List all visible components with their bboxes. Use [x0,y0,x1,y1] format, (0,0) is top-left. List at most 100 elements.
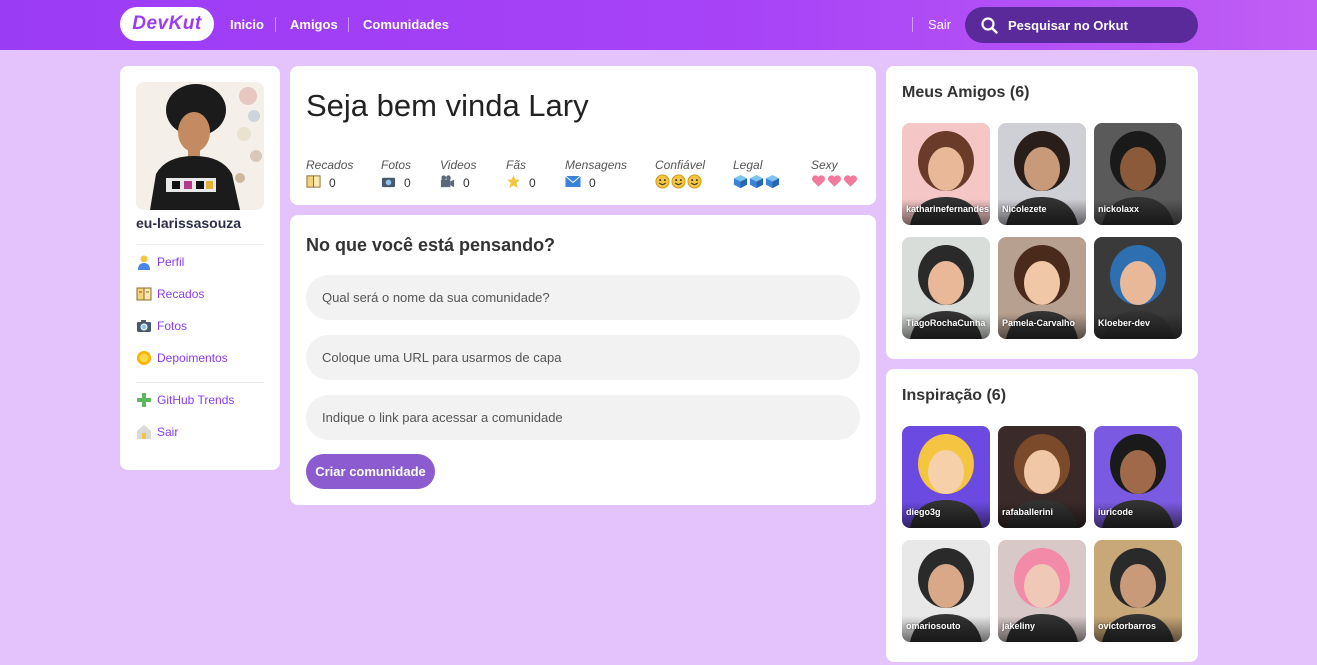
stat-recados: Recados 0 [306,158,353,190]
username[interactable]: eu-larissasouza [136,215,241,231]
sidebar-item-label: Depoimentos [157,351,228,365]
exit-icon [136,424,152,440]
friend-name: TiagoRochaCunha [906,318,986,328]
friend-tile[interactable]: katharinefernandes [902,123,990,225]
smiley-icon [687,173,702,192]
form-title: No que você está pensando? [306,235,556,255]
devkut-logo[interactable]: DevKut [120,7,214,41]
stat-fas: Fãs 0 [506,158,536,190]
create-community-button[interactable]: Criar comunidade [306,454,435,489]
heart-icon [843,174,858,191]
nav-link-amigos[interactable]: Amigos [290,17,338,32]
stat-label: Fãs [506,158,527,172]
stat-label: Legal [733,158,763,172]
nav-link-inicio[interactable]: Inicio [230,17,264,32]
plus-icon [136,392,152,408]
divider [136,382,264,383]
ice-cube-icon [765,174,780,192]
heart-icon [811,174,826,191]
sun-icon [136,350,152,366]
inspiration-name: rafaballerini [1002,507,1054,517]
inspiration-box: Inspiração (6) diego3g rafaballerini iuric… [886,369,1198,662]
friend-name: katharinefernandes [906,204,990,214]
inspiration-name: jakeliny [1002,621,1036,631]
nav-divider [348,17,349,32]
stat-videos: Videos 0 [440,158,476,190]
divider [136,244,264,245]
inspiration-tile[interactable]: jakeliny [998,540,1086,642]
community-name-input[interactable]: Qual será o nome da sua comunidade? [306,275,860,320]
camera-icon [136,318,152,334]
welcome-title: Seja bem vinda Lary [306,88,589,123]
sidebar-item-label: Recados [157,287,205,301]
sidebar-item-fotos[interactable]: Fotos [136,318,187,334]
profile-avatar[interactable] [136,82,264,210]
sidebar-item-github-trends[interactable]: GitHub Trends [136,392,234,408]
stat-label: Fotos [381,158,412,172]
friend-tile[interactable]: nickolaxx [1094,123,1182,225]
sidebar-item-label: Perfil [157,255,185,269]
search-placeholder: Pesquisar no Orkut [1008,17,1128,33]
welcome-box: Seja bem vinda Lary Recados 0 Fotos 0 Vi… [290,66,876,205]
smiley-icon [655,173,670,192]
friends-title[interactable]: Meus Amigos (6) [902,84,1029,102]
stat-mensagens: Mensagens 0 [565,158,627,190]
sidebar-item-label: Fotos [157,319,188,333]
stat-value: 0 [404,175,411,190]
ice-cube-icon [749,174,764,192]
inspiration-name: ovictorbarros [1098,621,1157,631]
sidebar-item-label: Sair [157,425,179,439]
friend-name: Pamela-Carvalho [1002,318,1076,328]
confiavel-rating [655,173,705,192]
friend-tile[interactable]: TiagoRochaCunha [902,237,990,339]
stat-value: 0 [589,175,596,190]
friend-name: nickolaxx [1098,204,1140,214]
community-link-input[interactable]: Indique o link para acessar a comunidade [306,395,860,440]
star-icon [506,174,521,192]
stat-value: 0 [529,175,536,190]
stat-sexy: Sexy [811,158,859,190]
friend-tile[interactable]: Pamela-Carvalho [998,237,1086,339]
sidebar-item-depoimentos[interactable]: Depoimentos [136,350,228,366]
inspiration-name: diego3g [906,507,941,517]
video-camera-icon [440,174,455,192]
inspiration-tile[interactable]: diego3g [902,426,990,528]
friend-tile[interactable]: Nicolezete [998,123,1086,225]
search-bar[interactable]: Pesquisar no Orkut [965,7,1198,43]
nav-link-comunidades[interactable]: Comunidades [363,17,449,32]
stat-value: 0 [463,175,470,190]
user-icon [136,254,152,270]
envelope-icon [565,174,581,192]
cover-url-input[interactable]: Coloque uma URL para usarmos de capa [306,335,860,380]
book-icon [306,174,321,192]
stat-legal: Legal [733,158,781,190]
nav-divider [912,17,913,32]
stat-fotos: Fotos 0 [381,158,411,190]
inspiration-tile[interactable]: omariosouto [902,540,990,642]
friend-name: Kloeber-dev [1098,318,1151,328]
stat-label: Confiável [655,158,706,172]
sidebar-item-recados[interactable]: Recados [136,286,204,302]
stat-label: Mensagens [565,158,628,172]
top-navbar: DevKut Inicio Amigos Comunidades Sair Pe… [0,0,1317,50]
sidebar-item-sair[interactable]: Sair [136,424,178,440]
profile-sidebar: eu-larissasouza Perfil Recados Fotos Dep… [120,66,280,470]
book-icon [136,286,152,302]
search-icon [981,16,998,34]
logout-link[interactable]: Sair [928,17,951,32]
friend-tile[interactable]: Kloeber-dev [1094,237,1182,339]
camera-icon [381,174,396,192]
friend-name: Nicolezete [1002,204,1047,214]
stat-label: Videos [440,158,477,172]
sidebar-item-perfil[interactable]: Perfil [136,254,184,270]
stat-label: Recados [306,158,354,172]
inspiration-tile[interactable]: rafaballerini [998,426,1086,528]
inspiration-tile[interactable]: ovictorbarros [1094,540,1182,642]
community-form-box: No que você está pensando? Qual será o n… [290,215,876,505]
heart-icon [827,174,842,191]
nav-divider [275,17,276,32]
stat-confiavel: Confiável [655,158,705,190]
inspiration-title[interactable]: Inspiração (6) [902,387,1006,405]
inspiration-tile[interactable]: iuricode [1094,426,1182,528]
smiley-icon [671,173,686,192]
